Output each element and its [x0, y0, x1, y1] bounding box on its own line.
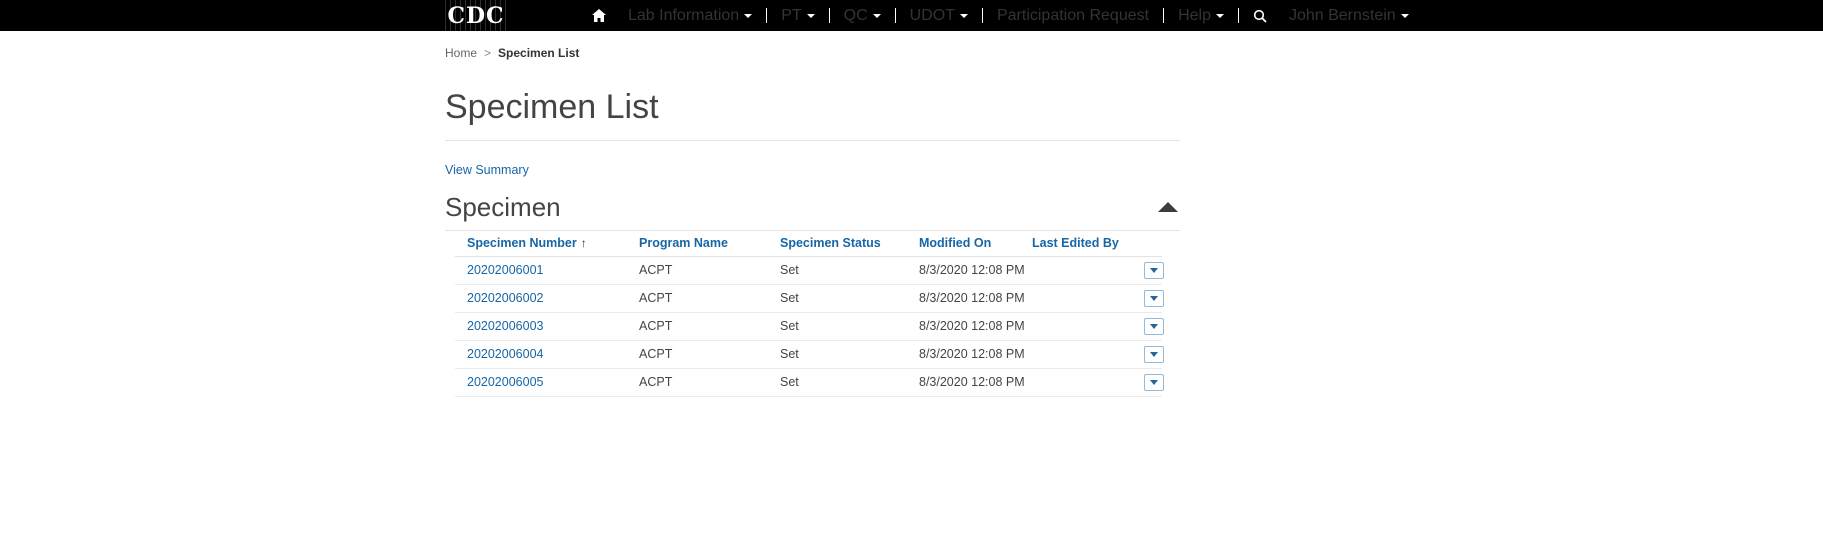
- search-icon: [1253, 9, 1267, 23]
- column-header-last-edited-by[interactable]: Last Edited By: [1032, 236, 1144, 250]
- caret-down-icon: [1401, 14, 1409, 18]
- nav-pt[interactable]: PT: [770, 0, 825, 31]
- nav-pt-label: PT: [781, 7, 801, 25]
- nav-lab-information-label: Lab Information: [628, 7, 739, 25]
- specimen-section-header: Specimen: [445, 193, 1180, 222]
- nav-separator: [829, 8, 830, 23]
- caret-down-icon: [1150, 352, 1158, 357]
- specimen-status-cell: Set: [780, 375, 919, 389]
- table-row: 20202006004 ACPT Set 8/3/2020 12:08 PM: [455, 341, 1162, 369]
- modified-on-cell: 8/3/2020 12:08 PM: [919, 375, 1032, 389]
- sort-ascending-icon: ↑: [581, 236, 587, 250]
- nav-help-label: Help: [1178, 7, 1211, 25]
- specimen-status-cell: Set: [780, 319, 919, 333]
- column-header-specimen-number-label: Specimen Number: [467, 236, 577, 250]
- collapse-section-icon[interactable]: [1158, 202, 1178, 212]
- nav-udot[interactable]: UDOT: [899, 0, 979, 31]
- nav-lab-information[interactable]: Lab Information: [617, 0, 763, 31]
- modified-on-cell: 8/3/2020 12:08 PM: [919, 347, 1032, 361]
- nav-qc[interactable]: QC: [833, 0, 892, 31]
- nav-user-menu[interactable]: John Bernstein: [1278, 0, 1420, 31]
- row-actions-dropdown-button[interactable]: [1144, 374, 1164, 391]
- table-row: 20202006005 ACPT Set 8/3/2020 12:08 PM: [455, 369, 1162, 397]
- table-row: 20202006002 ACPT Set 8/3/2020 12:08 PM: [455, 285, 1162, 313]
- breadcrumb-separator: >: [484, 46, 491, 60]
- nav-udot-label: UDOT: [910, 7, 955, 25]
- caret-down-icon: [1150, 268, 1158, 273]
- specimen-section-title: Specimen: [445, 193, 561, 222]
- specimen-number-link[interactable]: 20202006004: [467, 347, 543, 361]
- caret-down-icon: [873, 14, 881, 18]
- home-icon: [592, 9, 606, 22]
- modified-on-cell: 8/3/2020 12:08 PM: [919, 263, 1032, 277]
- table-row: 20202006001 ACPT Set 8/3/2020 12:08 PM: [455, 257, 1162, 285]
- page-title: Specimen List: [445, 90, 1180, 124]
- specimen-number-link[interactable]: 20202006001: [467, 263, 543, 277]
- specimen-number-link[interactable]: 20202006002: [467, 291, 543, 305]
- nav-separator: [1238, 8, 1239, 23]
- nav-participation-request[interactable]: Participation Request: [986, 0, 1160, 31]
- nav-participation-request-label: Participation Request: [997, 7, 1149, 25]
- caret-down-icon: [960, 14, 968, 18]
- breadcrumb-current: Specimen List: [498, 46, 579, 60]
- column-header-specimen-number[interactable]: Specimen Number ↑: [467, 236, 639, 250]
- nav-qc-label: QC: [844, 7, 868, 25]
- nav-separator: [895, 8, 896, 23]
- row-actions-dropdown-button[interactable]: [1144, 262, 1164, 279]
- column-header-program-name[interactable]: Program Name: [639, 236, 780, 250]
- cdc-logo[interactable]: CDC: [445, 0, 509, 31]
- nav-search[interactable]: [1242, 0, 1278, 31]
- row-actions-dropdown-button[interactable]: [1144, 318, 1164, 335]
- row-actions-dropdown-button[interactable]: [1144, 346, 1164, 363]
- column-header-specimen-status[interactable]: Specimen Status: [780, 236, 919, 250]
- modified-on-cell: 8/3/2020 12:08 PM: [919, 291, 1032, 305]
- table-row: 20202006003 ACPT Set 8/3/2020 12:08 PM: [455, 313, 1162, 341]
- nav-left-spacer: [0, 0, 445, 31]
- nav-separator: [766, 8, 767, 23]
- nav-separator: [1163, 8, 1164, 23]
- modified-on-cell: 8/3/2020 12:08 PM: [919, 319, 1032, 333]
- nav-home[interactable]: [581, 0, 617, 31]
- nav-separator: [982, 8, 983, 23]
- main-content: Home > Specimen List Specimen List View …: [445, 31, 1180, 397]
- nav-help[interactable]: Help: [1167, 0, 1235, 31]
- caret-down-icon: [1216, 14, 1224, 18]
- specimen-number-link[interactable]: 20202006005: [467, 375, 543, 389]
- specimen-status-cell: Set: [780, 263, 919, 277]
- title-divider: [445, 140, 1180, 141]
- column-header-modified-on[interactable]: Modified On: [919, 236, 1032, 250]
- caret-down-icon: [744, 14, 752, 18]
- program-name-cell: ACPT: [639, 375, 780, 389]
- caret-down-icon: [807, 14, 815, 18]
- breadcrumb-home-link[interactable]: Home: [445, 46, 477, 60]
- caret-down-icon: [1150, 296, 1158, 301]
- caret-down-icon: [1150, 380, 1158, 385]
- nav-user-label: John Bernstein: [1289, 7, 1396, 25]
- caret-down-icon: [1150, 324, 1158, 329]
- specimen-status-cell: Set: [780, 291, 919, 305]
- view-summary-link[interactable]: View Summary: [445, 163, 529, 177]
- program-name-cell: ACPT: [639, 347, 780, 361]
- program-name-cell: ACPT: [639, 319, 780, 333]
- program-name-cell: ACPT: [639, 263, 780, 277]
- specimen-number-link[interactable]: 20202006003: [467, 319, 543, 333]
- program-name-cell: ACPT: [639, 291, 780, 305]
- specimen-table: Specimen Number ↑ Program Name Specimen S…: [455, 231, 1162, 397]
- breadcrumb: Home > Specimen List: [445, 31, 1180, 60]
- row-actions-dropdown-button[interactable]: [1144, 290, 1164, 307]
- specimen-status-cell: Set: [780, 347, 919, 361]
- table-header-row: Specimen Number ↑ Program Name Specimen S…: [455, 231, 1162, 257]
- nav-items: Lab Information PT QC UDOT Participation…: [581, 0, 1420, 31]
